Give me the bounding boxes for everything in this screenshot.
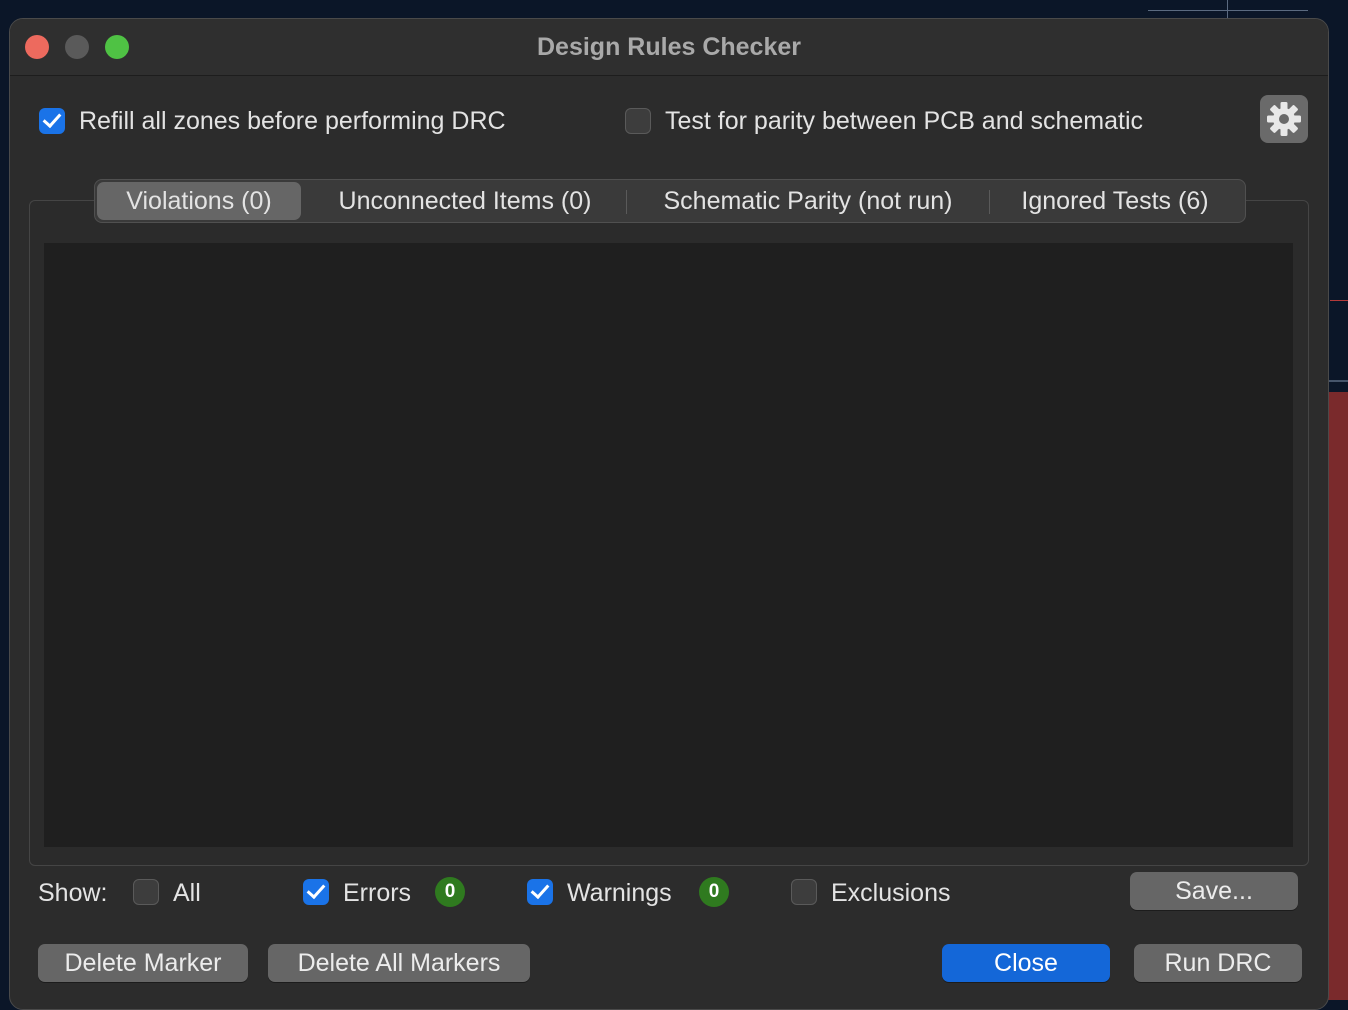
gear-icon	[1267, 102, 1301, 136]
save-button[interactable]: Save...	[1130, 872, 1298, 910]
show-exclusions-label: Exclusions	[831, 879, 951, 907]
delete-marker-button[interactable]: Delete Marker	[38, 944, 248, 982]
settings-button[interactable]	[1260, 95, 1308, 143]
background-track	[1330, 300, 1348, 313]
test-parity-label: Test for parity between PCB and schemati…	[665, 107, 1144, 135]
show-exclusions-checkbox[interactable]	[791, 879, 817, 905]
tab-separator	[626, 190, 627, 214]
window-title: Design Rules Checker	[537, 33, 801, 61]
results-tab-bar: Violations (0) Unconnected Items (0) Sch…	[94, 179, 1246, 223]
warnings-count-badge: 0	[699, 877, 729, 907]
tab-ignored-tests[interactable]: Ignored Tests (6)	[991, 180, 1239, 222]
tab-violations[interactable]: Violations (0)	[97, 182, 301, 220]
background-grid-line	[1148, 10, 1308, 11]
show-warnings-checkbox[interactable]	[527, 879, 553, 905]
show-errors-label: Errors	[343, 879, 412, 907]
tab-unconnected-items[interactable]: Unconnected Items (0)	[307, 180, 623, 222]
test-parity-checkbox[interactable]	[625, 108, 651, 134]
show-errors-checkbox[interactable]	[303, 879, 329, 905]
show-all-checkbox[interactable]	[133, 879, 159, 905]
refill-zones-checkbox[interactable]	[39, 108, 65, 134]
show-warnings-label: Warnings	[567, 879, 672, 907]
tab-schematic-parity[interactable]: Schematic Parity (not run)	[629, 180, 987, 222]
run-drc-button[interactable]: Run DRC	[1134, 944, 1302, 982]
delete-all-markers-button[interactable]: Delete All Markers	[268, 944, 530, 982]
tab-separator	[989, 190, 990, 214]
errors-count-badge: 0	[435, 877, 465, 907]
show-all-label: All	[173, 879, 201, 907]
drc-dialog: Design Rules Checker Refill all zones be…	[9, 18, 1329, 1010]
refill-zones-label: Refill all zones before performing DRC	[79, 107, 506, 135]
title-bar[interactable]: Design Rules Checker	[10, 19, 1328, 76]
background-copper-zone	[1326, 392, 1348, 1000]
close-button[interactable]: Close	[942, 944, 1110, 982]
show-label: Show:	[38, 879, 108, 907]
background-divider	[1326, 380, 1348, 382]
background-grid-line	[1227, 0, 1228, 18]
violations-list[interactable]	[44, 243, 1293, 847]
